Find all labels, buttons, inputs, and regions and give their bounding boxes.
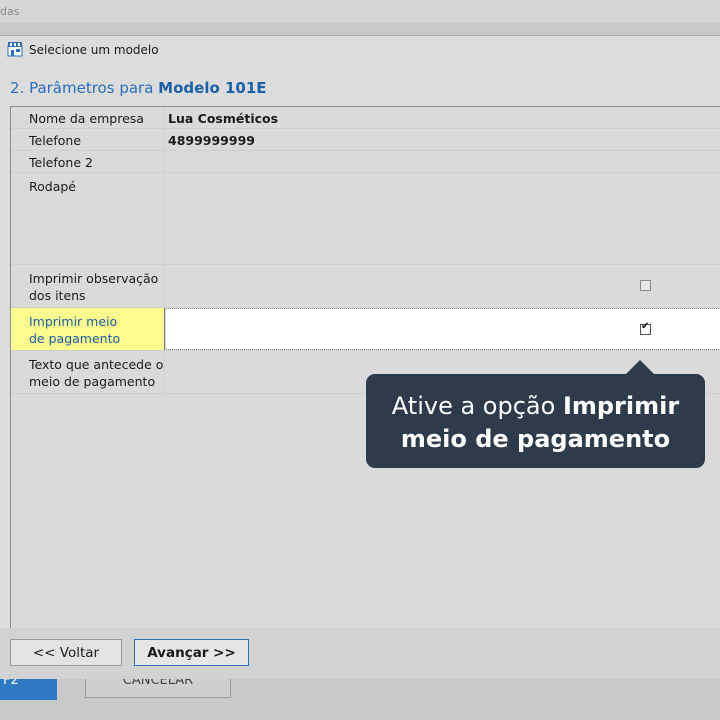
param-label: Nome da empresa [11, 107, 165, 128]
select-model-dialog: Selecione um modelo 2. Parâmetros para M… [0, 35, 720, 679]
param-value-footer[interactable] [166, 173, 720, 264]
param-label: Telefone 2 [11, 151, 165, 172]
param-value-company-name[interactable]: Lua Cosméticos [166, 107, 720, 128]
background-topbar: das [0, 0, 720, 22]
print-payment-method-checkbox[interactable] [640, 321, 651, 335]
print-item-notes-checkbox[interactable] [640, 280, 651, 291]
tooltip-text: Ative a opção [391, 392, 563, 420]
param-row-print-item-notes[interactable]: Imprimir observação dos itens [11, 265, 720, 308]
background-topbar-text: das [0, 5, 20, 18]
step-heading-prefix: 2. Parâmetros para [10, 79, 159, 97]
tooltip-bold-2: meio de pagamento [400, 425, 671, 453]
param-label: Telefone [11, 129, 165, 150]
param-row-footer[interactable]: Rodapé [11, 173, 720, 265]
param-row-company-name[interactable]: Nome da empresa Lua Cosméticos [11, 107, 720, 129]
tooltip-arrow [625, 360, 655, 375]
tooltip-bold-1: Imprimir [562, 392, 680, 420]
param-label: Rodapé [11, 173, 165, 264]
store-icon [7, 42, 23, 57]
parameters-grid: Nome da empresa Lua Cosméticos Telefone … [10, 106, 720, 629]
tutorial-tooltip: Ative a opção Imprimir meio de pagamento [366, 374, 705, 468]
dialog-title: Selecione um modelo [29, 43, 159, 57]
param-label: Texto que antecede o meio de pagamento [11, 351, 165, 393]
next-button[interactable]: Avançar >> [134, 639, 249, 666]
param-label: Imprimir observação dos itens [11, 265, 165, 307]
model-name: Modelo 101E [158, 79, 267, 97]
param-row-print-payment-method[interactable]: Imprimir meio de pagamento [11, 308, 720, 351]
step-heading: 2. Parâmetros para Modelo 101E [10, 79, 267, 97]
param-value-print-payment-method[interactable] [166, 308, 720, 350]
param-row-phone[interactable]: Telefone 4899999999 [11, 129, 720, 151]
param-value-phone-2[interactable] [166, 151, 720, 172]
dialog-footer: << Voltar Avançar >> [0, 628, 720, 679]
param-row-phone-2[interactable]: Telefone 2 [11, 151, 720, 173]
dialog-title-bar: Selecione um modelo [0, 36, 720, 64]
param-label-selected: Imprimir meio de pagamento [11, 308, 165, 350]
param-value-print-item-notes[interactable] [166, 265, 720, 307]
param-value-phone[interactable]: 4899999999 [166, 129, 720, 150]
back-button[interactable]: << Voltar [10, 639, 122, 666]
